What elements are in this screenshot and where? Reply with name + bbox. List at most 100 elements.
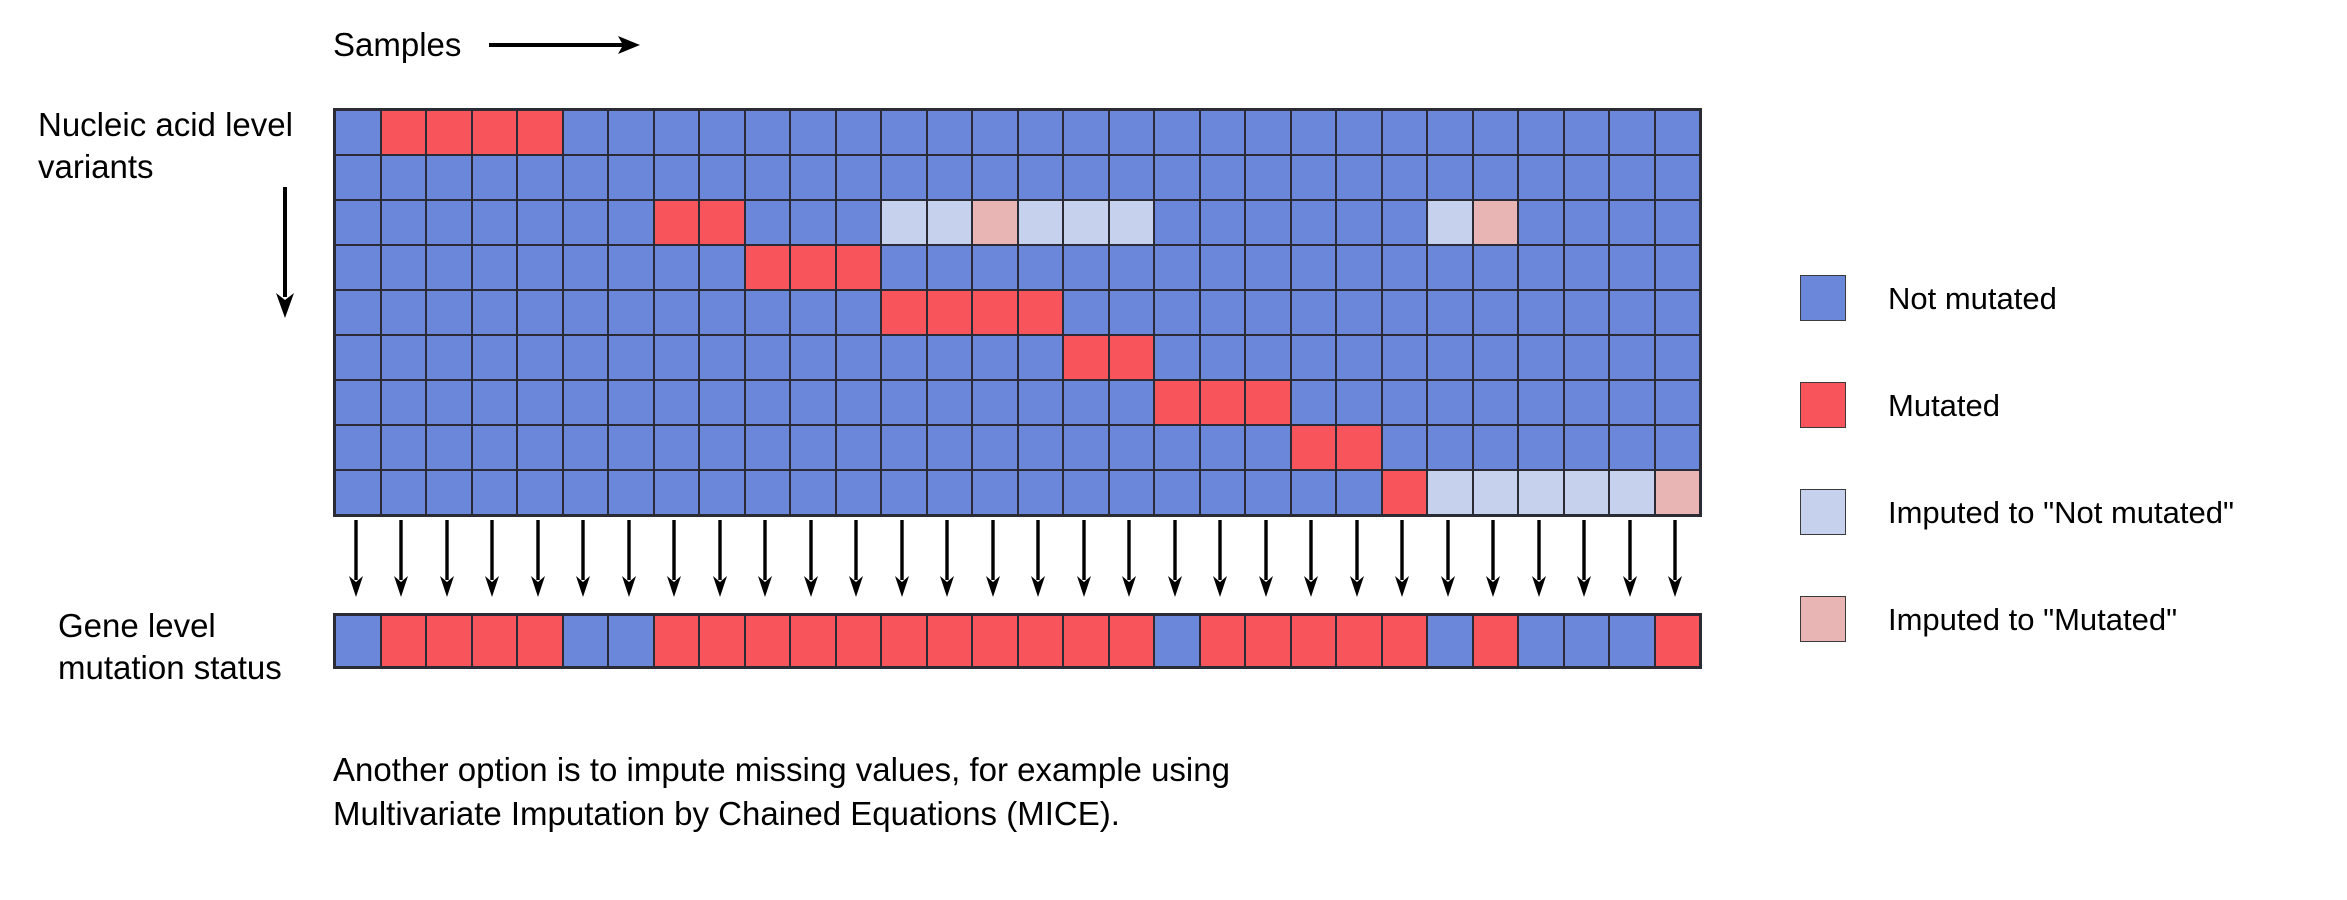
cell-not-mutated	[380, 155, 426, 200]
column-down-arrow-icon	[621, 520, 636, 598]
legend-item-label: Mutated	[1888, 387, 2001, 423]
cell-not-mutated	[562, 245, 608, 290]
gene-label-line2: mutation status	[58, 649, 282, 687]
cell-not-mutated	[972, 380, 1018, 425]
cell-not-mutated	[1472, 380, 1518, 425]
cell-not-mutated	[1609, 110, 1655, 155]
cell-not-mutated	[1154, 425, 1200, 470]
cell-not-mutated	[653, 155, 699, 200]
cell-not-mutated	[471, 155, 517, 200]
cell-mutated	[1290, 615, 1336, 667]
red-square-icon	[1800, 382, 1846, 428]
column-down-arrow-icon	[667, 520, 682, 598]
cell-not-mutated	[1472, 290, 1518, 335]
column-down-arrow-icon	[1440, 520, 1455, 598]
cell-not-mutated	[1108, 155, 1154, 200]
cell-not-mutated	[608, 425, 654, 470]
cell-not-mutated	[790, 425, 836, 470]
cell-mutated	[1017, 615, 1063, 667]
cell-not-mutated	[1336, 245, 1382, 290]
column-down-arrow-icon	[894, 520, 909, 598]
cell-not-mutated	[1199, 245, 1245, 290]
cell-not-mutated	[1245, 425, 1291, 470]
column-down-arrow-icon	[1668, 520, 1683, 598]
cell-imputed-not-mutated	[1427, 470, 1473, 515]
cell-not-mutated	[744, 425, 790, 470]
cell-not-mutated	[1518, 200, 1564, 245]
cell-not-mutated	[835, 380, 881, 425]
light-red-square-icon	[1800, 596, 1846, 642]
cell-not-mutated	[790, 380, 836, 425]
cell-not-mutated	[1427, 110, 1473, 155]
legend-item: Imputed to "Mutated"	[1800, 583, 2320, 655]
caption: Another option is to impute missing valu…	[333, 748, 1633, 836]
cell-mutated	[1290, 425, 1336, 470]
cell-not-mutated	[562, 335, 608, 380]
cell-imputed-not-mutated	[1017, 200, 1063, 245]
cell-not-mutated	[1017, 110, 1063, 155]
cell-not-mutated	[1518, 425, 1564, 470]
column-down-arrow-icon	[348, 520, 363, 598]
column-down-arrow-icon	[849, 520, 864, 598]
cell-not-mutated	[562, 290, 608, 335]
cell-not-mutated	[972, 155, 1018, 200]
cell-not-mutated	[608, 470, 654, 515]
cell-not-mutated	[790, 110, 836, 155]
column-down-arrow-icon	[1395, 520, 1410, 598]
cell-not-mutated	[1154, 200, 1200, 245]
cell-not-mutated	[1518, 245, 1564, 290]
cell-not-mutated	[790, 290, 836, 335]
cell-mutated	[699, 200, 745, 245]
nucleic-label-line1: Nucleic acid level	[38, 106, 293, 143]
cell-not-mutated	[1336, 470, 1382, 515]
cell-mutated	[790, 245, 836, 290]
cell-not-mutated	[517, 245, 563, 290]
cell-not-mutated	[1108, 470, 1154, 515]
column-down-arrow-icon	[485, 520, 500, 598]
cell-not-mutated	[744, 110, 790, 155]
cell-not-mutated	[608, 155, 654, 200]
cell-not-mutated	[1290, 335, 1336, 380]
cell-not-mutated	[653, 470, 699, 515]
cell-not-mutated	[335, 425, 381, 470]
cell-not-mutated	[562, 615, 608, 667]
cell-not-mutated	[1290, 155, 1336, 200]
cell-not-mutated	[608, 110, 654, 155]
cell-mutated	[380, 110, 426, 155]
column-down-arrow-icon	[940, 520, 955, 598]
nucleic-label-line2: variants	[38, 148, 154, 186]
cell-not-mutated	[1245, 470, 1291, 515]
cell-imputed-mutated	[1472, 200, 1518, 245]
cell-not-mutated	[471, 335, 517, 380]
legend-item: Imputed to "Not mutated"	[1800, 476, 2320, 548]
column-down-arrow-icon	[394, 520, 409, 598]
cell-not-mutated	[1154, 155, 1200, 200]
cell-imputed-not-mutated	[1427, 200, 1473, 245]
cell-mutated	[1654, 615, 1700, 667]
caption-line-2: Multivariate Imputation by Chained Equat…	[333, 795, 1120, 833]
cell-not-mutated	[1290, 245, 1336, 290]
cell-mutated	[1245, 380, 1291, 425]
cell-not-mutated	[562, 470, 608, 515]
cell-not-mutated	[1199, 200, 1245, 245]
legend-item: Not mutated	[1800, 262, 2320, 334]
column-down-arrow-icon	[1213, 520, 1228, 598]
cell-not-mutated	[1427, 380, 1473, 425]
cell-not-mutated	[972, 425, 1018, 470]
cell-not-mutated	[1472, 335, 1518, 380]
cell-not-mutated	[1609, 200, 1655, 245]
cell-not-mutated	[926, 155, 972, 200]
down-arrow-icon	[276, 187, 294, 318]
cell-not-mutated	[1381, 380, 1427, 425]
caption-line-1: Another option is to impute missing valu…	[333, 751, 1230, 788]
cell-not-mutated	[335, 245, 381, 290]
cell-not-mutated	[1336, 155, 1382, 200]
cell-not-mutated	[1063, 155, 1109, 200]
column-down-arrow-icon	[1122, 520, 1137, 598]
cell-not-mutated	[1563, 200, 1609, 245]
cell-not-mutated	[1609, 615, 1655, 667]
cell-not-mutated	[426, 380, 472, 425]
cell-not-mutated	[1381, 110, 1427, 155]
cell-not-mutated	[699, 110, 745, 155]
cell-not-mutated	[1609, 380, 1655, 425]
